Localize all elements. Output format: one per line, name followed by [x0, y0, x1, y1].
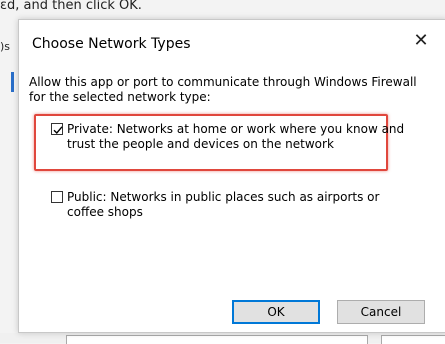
background-side-text: )s [0, 40, 11, 53]
private-option-label: Private: Networks at home or work where … [67, 122, 405, 151]
private-checkbox[interactable] [51, 123, 63, 135]
background-bottom-fields [0, 333, 445, 344]
public-option-label: Public: Networks in public places such a… [67, 190, 380, 219]
ok-button[interactable]: OK [232, 300, 320, 324]
choose-network-types-dialog: Choose Network Types ✕ Allow this app or… [18, 19, 445, 333]
close-icon[interactable]: ✕ [406, 26, 436, 56]
public-checkbox[interactable] [51, 191, 63, 203]
checkmark-icon [53, 126, 63, 135]
dialog-description: Allow this app or port to communicate th… [29, 75, 417, 104]
background-instruction-text: ɛd, and then click OK. [0, 0, 142, 13]
background-icon [11, 72, 14, 92]
cancel-button[interactable]: Cancel [337, 300, 425, 324]
dialog-title: Choose Network Types [32, 36, 191, 52]
